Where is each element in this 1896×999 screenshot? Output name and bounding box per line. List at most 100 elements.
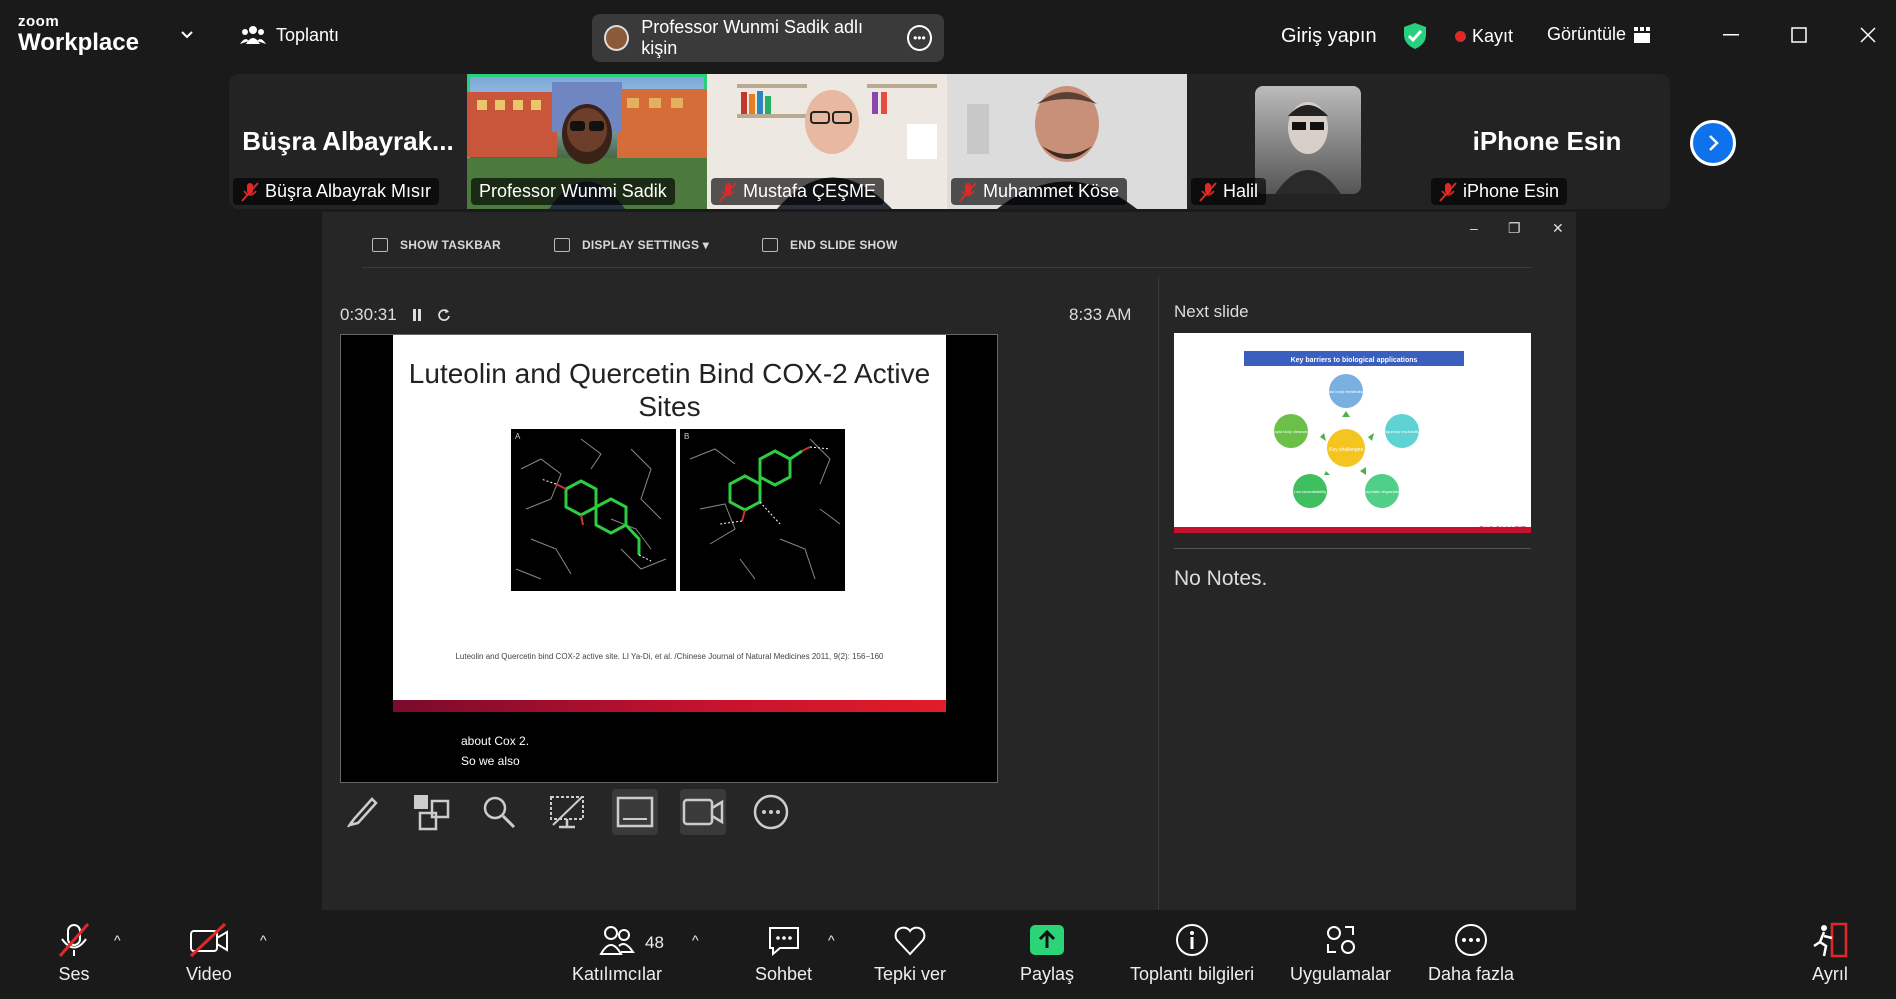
meeting-info-label: Toplantı bilgileri [1130, 964, 1255, 984]
audio-button[interactable]: Ses [56, 922, 92, 985]
top-bar: zoom Workplace Toplantı Professor Wunmi … [0, 0, 1896, 70]
molecule-image-b [689, 438, 841, 580]
active-speaker-pill[interactable]: Professor Wunmi Sadik adlı kişin ••• [592, 14, 944, 62]
recording-label: Kayıt [1472, 26, 1514, 46]
info-icon [1176, 924, 1209, 956]
slides-grid-icon[interactable] [408, 789, 454, 835]
molecule-panel-b: B [680, 429, 845, 591]
black-screen-icon[interactable] [544, 789, 590, 835]
participants-options-chevron-icon[interactable]: ^ [692, 932, 699, 948]
subtitle-line: about Cox 2. [461, 734, 530, 748]
participant-name-tag: Professor Wunmi Sadik [471, 178, 675, 205]
next-slide-diagram: Key barriers to biological applications … [1174, 351, 1531, 533]
clock-time: 8:33 AM [1069, 305, 1132, 324]
sign-in-link[interactable]: Giriş yapın [1281, 25, 1377, 48]
share-label: Paylaş [1020, 964, 1075, 984]
video-button[interactable]: Video [186, 922, 232, 985]
people-icon [240, 26, 266, 44]
participant-name: Mustafa ÇEŞME [743, 181, 877, 201]
taskbar-icon [372, 238, 388, 252]
apps-button[interactable]: Uygulamalar [1290, 922, 1391, 985]
chat-label: Sohbet [755, 964, 813, 984]
leave-button[interactable]: Ayrıl [1810, 922, 1850, 985]
record-dot-icon [1455, 31, 1466, 42]
chat-icon [768, 927, 799, 957]
participant-tile[interactable]: Muhammet Köse [947, 74, 1187, 209]
end-slide-show-button[interactable]: END SLIDE SHOW [762, 238, 897, 252]
subtitle-area: about Cox 2. So we also [461, 731, 529, 771]
monitor-settings-icon [554, 238, 570, 252]
presenter-toolbar: SHOW TASKBAR DISPLAY SETTINGS ▾ END SLID… [322, 212, 1576, 267]
pause-icon[interactable] [411, 308, 423, 322]
audio-options-chevron-icon[interactable]: ^ [114, 932, 121, 948]
divider [1174, 548, 1531, 549]
presenter-tools [340, 789, 794, 835]
zoom-magnifier-icon[interactable] [476, 789, 522, 835]
show-taskbar-label: SHOW TASKBAR [400, 238, 501, 252]
close-icon[interactable] [1853, 20, 1883, 50]
minimize-icon[interactable] [1716, 20, 1746, 50]
mic-muted-icon [58, 923, 90, 957]
show-taskbar-button[interactable]: SHOW TASKBAR [372, 238, 501, 252]
share-screen-icon [1030, 925, 1065, 955]
slide-title: Luteolin and Quercetin Bind COX-2 Active… [408, 358, 931, 422]
meeting-controls: Ses ^ Video ^ Katılımcılar 48 ^ Sohbet ^… [0, 910, 1896, 999]
video-off-icon [189, 922, 228, 958]
participant-name: Büşra Albayrak Mısır [265, 181, 432, 201]
participant-tile[interactable]: Büşra Albayrak... Büşra Albayrak Mısır [229, 74, 467, 209]
speaker-avatar [604, 25, 630, 51]
meeting-label: Toplantı [276, 24, 340, 45]
participants-button[interactable]: Katılımcılar [572, 922, 662, 985]
participant-tile-active[interactable]: Professor Wunmi Sadik [467, 74, 707, 209]
maximize-icon[interactable] [1784, 20, 1814, 50]
participant-tile[interactable]: Mustafa ÇEŞME [707, 74, 947, 209]
restart-icon[interactable] [437, 308, 451, 322]
participants-icon [599, 926, 635, 955]
participant-name-tag: Halil [1191, 178, 1267, 205]
shield-check-icon[interactable] [1402, 22, 1428, 50]
diagram-center-label: Key challenges [1329, 447, 1363, 453]
zoom-logo: zoom Workplace [18, 14, 139, 55]
mic-muted-icon [959, 181, 977, 202]
meeting-info-button[interactable]: Toplantı bilgileri [1130, 922, 1254, 985]
divider [362, 267, 1532, 268]
participant-strip: Büşra Albayrak... Büşra Albayrak Mısır P… [229, 74, 1670, 209]
view-button[interactable]: Görüntüle [1547, 24, 1651, 45]
more-options-icon[interactable]: ••• [906, 25, 933, 51]
chat-options-chevron-icon[interactable]: ^ [828, 932, 835, 948]
camera-toggle-icon[interactable] [680, 789, 726, 835]
share-button[interactable]: Paylaş [1020, 922, 1074, 985]
next-slide-brand: BIOSMART [1479, 525, 1526, 533]
participant-name: iPhone Esin [1463, 181, 1560, 201]
presenter-minimize-icon[interactable]: – [1470, 220, 1478, 236]
presenter-restore-icon[interactable]: ❐ [1508, 220, 1521, 237]
end-show-label: END SLIDE SHOW [790, 238, 898, 252]
next-slide-preview[interactable]: Key barriers to biological applications … [1174, 333, 1531, 533]
pen-tool-icon[interactable] [340, 789, 386, 835]
subtitles-icon[interactable] [612, 789, 658, 835]
chevron-down-icon[interactable] [180, 28, 194, 42]
slide-timer: 0:30:31 [340, 305, 451, 325]
more-options-icon [1455, 924, 1488, 956]
diagram-node-label: Fast body metabolism [1326, 389, 1366, 394]
display-settings-label: DISPLAY SETTINGS ▾ [582, 238, 709, 252]
video-options-chevron-icon[interactable]: ^ [260, 932, 267, 948]
participant-tile[interactable]: iPhone Esin iPhone Esin [1427, 74, 1667, 209]
react-button[interactable]: Tepki ver [874, 922, 946, 985]
more-options-icon[interactable] [748, 789, 794, 835]
next-page-arrow-icon[interactable] [1690, 120, 1736, 166]
presenter-close-icon[interactable]: ✕ [1552, 220, 1564, 237]
grid-icon [1634, 26, 1651, 43]
participant-tile[interactable]: Halil [1187, 74, 1427, 209]
recording-indicator[interactable]: Kayıt [1455, 26, 1513, 47]
meeting-menu-button[interactable]: Toplantı [240, 24, 339, 46]
mic-muted-icon [241, 181, 259, 202]
leave-label: Ayrıl [1812, 964, 1848, 984]
more-button[interactable]: Daha fazla [1428, 922, 1514, 985]
participant-name-tag: Muhammet Köse [951, 178, 1128, 205]
apps-label: Uygulamalar [1290, 964, 1392, 984]
display-settings-button[interactable]: DISPLAY SETTINGS ▾ [554, 238, 709, 252]
elapsed-time: 0:30:31 [340, 305, 397, 324]
participant-name-tag: Mustafa ÇEŞME [711, 178, 885, 205]
chat-button[interactable]: Sohbet [755, 922, 812, 985]
